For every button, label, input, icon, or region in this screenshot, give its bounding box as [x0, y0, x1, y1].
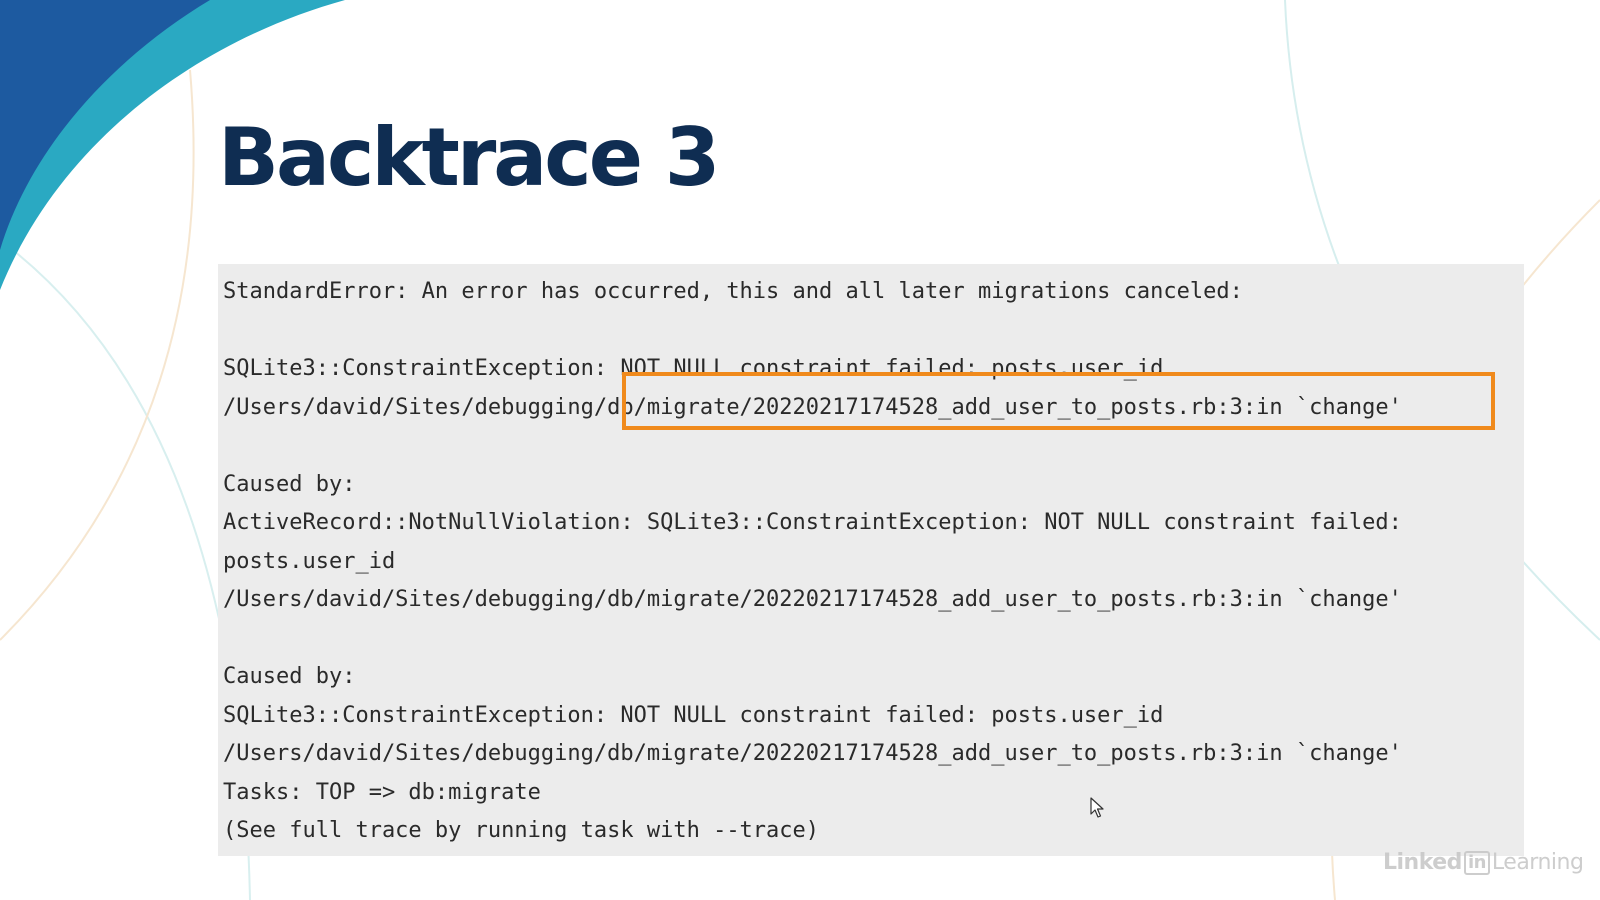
decor-arc-left-cyan — [0, 239, 251, 900]
code-line: (See full trace by running task with --t… — [223, 818, 820, 843]
code-line-highlighted: /Users/david/Sites/debugging/db/migrate/… — [223, 394, 1402, 420]
code-line: /Users/david/Sites/debugging/db/migrate/… — [223, 587, 1402, 612]
slide: Backtrace 3 StandardError: An error has … — [0, 0, 1600, 900]
code-line: StandardError: An error has occurred, th… — [223, 279, 1243, 304]
code-line: SQLite3::ConstraintException: NOT NULL c… — [223, 702, 1164, 728]
watermark-learning: Learning — [1491, 850, 1584, 875]
code-line: Caused by: — [223, 664, 356, 689]
code-line: ActiveRecord::NotNullViolation: SQLite3:… — [223, 510, 1402, 535]
mouse-pointer-icon — [1090, 797, 1104, 818]
code-line: Tasks: TOP => db:migrate — [223, 779, 541, 805]
code-line: posts.user_id — [223, 548, 396, 574]
slide-title: Backtrace 3 — [218, 111, 720, 204]
watermark-in-box: in — [1463, 850, 1490, 875]
linkedin-learning-logo: Linked in Learning — [1383, 850, 1584, 875]
watermark-linked: Linked — [1383, 850, 1462, 875]
code-line: SQLite3::ConstraintException: NOT NULL c… — [223, 356, 1164, 381]
backtrace-code-block: StandardError: An error has occurred, th… — [218, 264, 1524, 856]
code-line: Caused by: — [223, 471, 356, 497]
code-line: /Users/david/Sites/debugging/db/migrate/… — [223, 741, 1402, 766]
